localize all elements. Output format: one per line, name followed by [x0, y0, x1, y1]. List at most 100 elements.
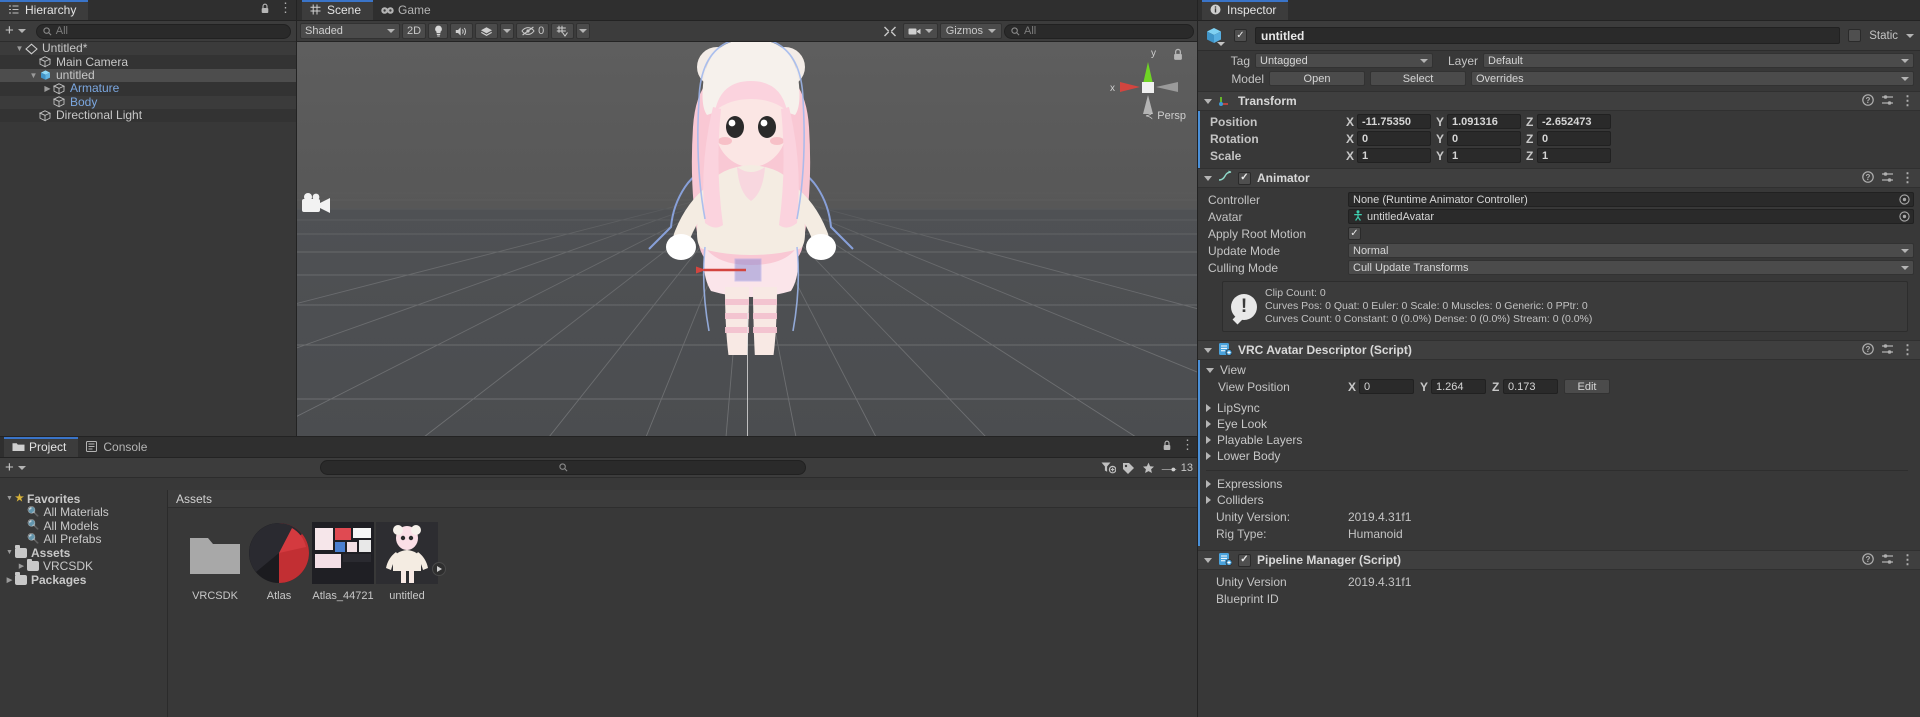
help-icon[interactable]: ?	[1862, 93, 1874, 109]
update-mode-dropdown[interactable]: Normal	[1348, 243, 1914, 258]
project-tree-item-all-models[interactable]: 🔍 All Models	[0, 519, 167, 533]
help-icon[interactable]: ?	[1862, 342, 1874, 358]
toggle-2d-button[interactable]: 2D	[402, 23, 427, 39]
model-select-button[interactable]: Select	[1370, 71, 1466, 86]
vrc-descriptor-kebab-menu-icon[interactable]: ⋮	[1901, 343, 1914, 356]
pipeline-manager-kebab-menu-icon[interactable]: ⋮	[1901, 553, 1914, 566]
grid-snap-button[interactable]	[551, 23, 575, 39]
pipeline-manager-header[interactable]: ✓ Pipeline Manager (Script) ? ⋮	[1198, 550, 1920, 570]
object-enabled-checkbox[interactable]: ✓	[1234, 29, 1247, 42]
avatar-picker-icon[interactable]	[1899, 211, 1910, 223]
foldout-expressions[interactable]: Expressions	[1198, 476, 1914, 492]
scene-gizmo-lock-icon[interactable]	[1172, 48, 1184, 61]
preset-icon[interactable]	[1881, 343, 1894, 358]
project-create-chevron-down-icon[interactable]	[17, 465, 26, 470]
foldout-icon[interactable]: ▼	[28, 71, 39, 80]
tag-dropdown[interactable]: Untagged	[1255, 53, 1433, 68]
asset-item-untitled[interactable]: untitled	[376, 522, 446, 602]
project-search-input[interactable]	[320, 460, 807, 475]
draw-mode-dropdown[interactable]: Shaded	[300, 23, 400, 39]
pipeline-manager-foldout-icon[interactable]	[1204, 557, 1212, 563]
static-checkbox[interactable]: ✓	[1848, 29, 1862, 42]
apply-root-motion-checkbox[interactable]: ✓	[1348, 227, 1361, 240]
foldout-icon[interactable]: ▶	[42, 84, 53, 93]
preset-icon[interactable]	[1881, 553, 1894, 568]
transform-foldout-icon[interactable]	[1204, 98, 1212, 104]
transform-position-x-input[interactable]: -11.75350	[1357, 114, 1431, 129]
avatar-model[interactable]	[601, 42, 901, 355]
foldout-colliders[interactable]: Colliders	[1198, 492, 1914, 508]
vrc-avatar-descriptor-header[interactable]: VRC Avatar Descriptor (Script) ? ⋮	[1198, 340, 1920, 360]
culling-mode-dropdown[interactable]: Cull Update Transforms	[1348, 260, 1914, 275]
perspective-label-row[interactable]: ≺ Persp	[1145, 110, 1186, 122]
scene-tools-button[interactable]	[879, 23, 901, 39]
foldout-lipsync[interactable]: LipSync	[1198, 400, 1914, 416]
help-icon[interactable]: ?	[1862, 170, 1874, 186]
animator-component-header[interactable]: ✓ Animator ? ⋮	[1198, 168, 1920, 188]
view-position-z-input[interactable]: 0.173	[1503, 379, 1558, 394]
object-name-input[interactable]: untitled	[1255, 27, 1841, 44]
scene-viewport[interactable]: y x ≺ Persp	[296, 42, 1198, 437]
scene-camera-button[interactable]	[902, 23, 938, 39]
hierarchy-item-body[interactable]: Body	[0, 95, 296, 109]
animator-enabled-checkbox[interactable]: ✓	[1238, 171, 1251, 185]
project-tree-item-packages[interactable]: ▶ Packages	[0, 572, 167, 587]
project-tree-item-all-materials[interactable]: 🔍 All Materials	[0, 505, 167, 519]
hierarchy-item-untitled[interactable]: ▼ Untitled*	[0, 42, 296, 56]
help-icon[interactable]: ?	[1862, 552, 1874, 568]
audio-toggle-button[interactable]	[450, 23, 474, 39]
vrc-descriptor-foldout-icon[interactable]	[1204, 347, 1212, 353]
project-folder-tree[interactable]: ▼ ★ Favorites 🔍 All Materials 🔍 All Models 🔍 All…	[0, 490, 168, 717]
model-open-button[interactable]: Open	[1269, 71, 1365, 86]
foldout-icon[interactable]: ▼	[14, 44, 25, 53]
hierarchy-scene-splitter[interactable]	[296, 0, 297, 437]
overrides-dropdown[interactable]: Overrides	[1471, 71, 1914, 86]
animator-kebab-menu-icon[interactable]: ⋮	[1901, 171, 1914, 184]
transform-kebab-menu-icon[interactable]: ⋮	[1901, 94, 1914, 107]
transform-rotation-x-input[interactable]: 0	[1357, 131, 1431, 146]
preset-icon[interactable]	[1881, 94, 1894, 109]
tab-project[interactable]: Project	[4, 437, 79, 457]
filter-label-icon[interactable]	[1121, 460, 1137, 476]
lock-icon[interactable]	[257, 0, 273, 16]
asset-item-vrcsdk[interactable]: VRCSDK	[184, 522, 246, 602]
move-gizmo[interactable]	[694, 242, 814, 302]
tab-inspector[interactable]: Inspector	[1202, 0, 1289, 20]
hierarchy-item-directional-light[interactable]: Directional Light	[0, 109, 296, 123]
hierarchy-search-input[interactable]: All	[35, 23, 291, 39]
avatar-object-field[interactable]: untitledAvatar	[1348, 209, 1914, 224]
preset-icon[interactable]	[1881, 171, 1894, 186]
animator-foldout-icon[interactable]	[1204, 175, 1212, 181]
tab-game[interactable]: Game	[373, 0, 443, 20]
gizmos-dropdown-button[interactable]: Gizmos	[939, 23, 1002, 39]
transform-scale-y-input[interactable]: 1	[1447, 148, 1521, 163]
hierarchy-menu-icon[interactable]: ⋮	[279, 1, 292, 14]
project-tree-item-vrcsdk[interactable]: ▶ VRCSDK	[0, 558, 167, 573]
hierarchy-tree[interactable]: ▼ Untitled* Main Camera ▼ untitled ▶ Armature B…	[0, 42, 296, 123]
effects-toggle-button[interactable]	[475, 23, 499, 39]
project-tree-item-favorites[interactable]: ▼ ★ Favorites	[0, 492, 167, 506]
foldout-icon[interactable]: ▼	[4, 549, 15, 556]
main-inspector-splitter[interactable]	[1197, 0, 1198, 717]
tab-console[interactable]: Console	[78, 437, 159, 457]
view-position-y-input[interactable]: 1.264	[1431, 379, 1486, 394]
transform-scale-z-input[interactable]: 1	[1537, 148, 1611, 163]
hidden-objects-button[interactable]: 0	[516, 23, 550, 39]
static-chevron-down-icon[interactable]	[1906, 33, 1914, 38]
foldout-icon[interactable]: ▼	[4, 495, 15, 502]
transform-rotation-z-input[interactable]: 0	[1537, 131, 1611, 146]
project-tree-item-all-prefabs[interactable]: 🔍 All Prefabs	[0, 532, 167, 546]
assets-grid[interactable]: VRCSDK Atlas Atlas_44721 untitled	[168, 508, 1198, 602]
transform-rotation-y-input[interactable]: 0	[1447, 131, 1521, 146]
zoom-slider-icon[interactable]	[1161, 460, 1177, 476]
foldout-icon[interactable]: ▶	[4, 576, 15, 584]
create-chevron-down-icon[interactable]	[17, 29, 26, 33]
project-kebab-menu-icon[interactable]: ⋮	[1181, 438, 1194, 451]
project-lock-icon[interactable]	[1159, 437, 1175, 453]
star-icon[interactable]	[1141, 460, 1157, 476]
transform-scale-x-input[interactable]: 1	[1357, 148, 1431, 163]
tab-hierarchy[interactable]: Hierarchy	[0, 0, 89, 20]
foldout-playable-layers[interactable]: Playable Layers	[1198, 432, 1914, 448]
scene-search-input[interactable]: All	[1004, 23, 1194, 39]
hierarchy-item-untitled[interactable]: ▼ untitled	[0, 68, 296, 83]
